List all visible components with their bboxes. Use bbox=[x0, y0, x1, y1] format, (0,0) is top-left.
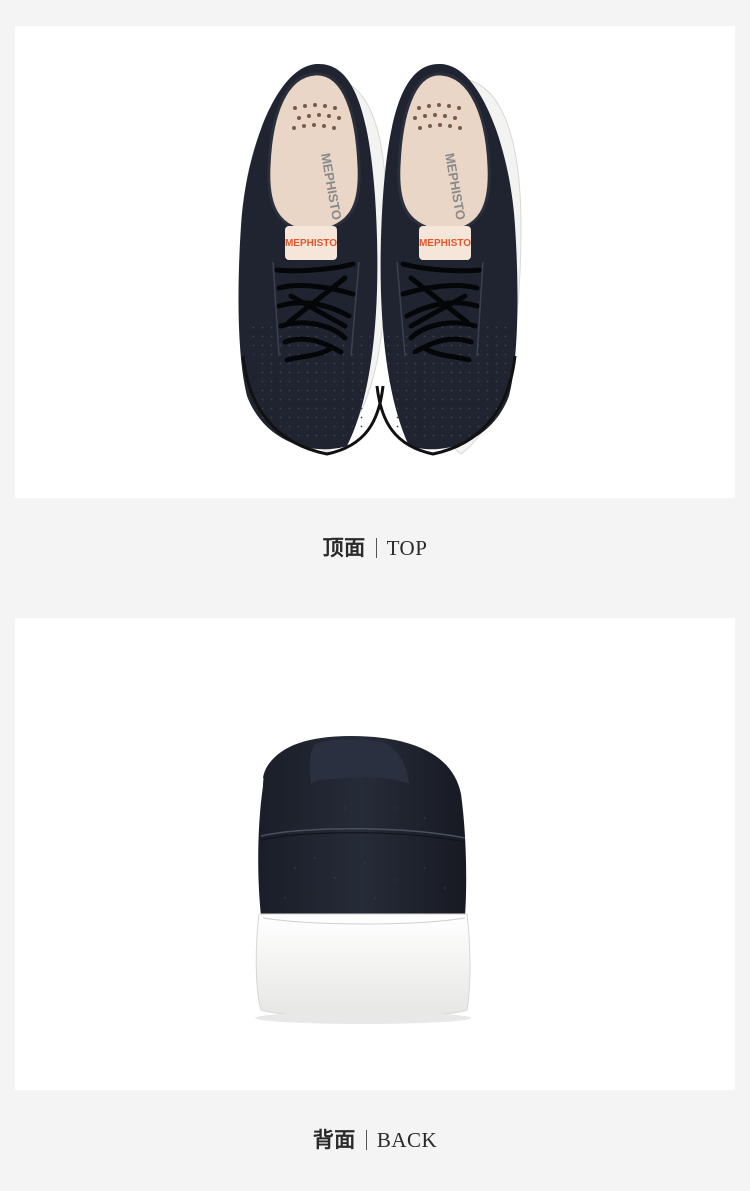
back-caption-en: BACK bbox=[376, 1128, 438, 1152]
top-view-caption: 顶面 TOP bbox=[0, 532, 750, 562]
back-view-caption: 背面 BACK bbox=[0, 1124, 750, 1154]
right-shoe-top: MEPHISTO MEPHISTO bbox=[375, 63, 522, 456]
left-shoe-top: MEPHISTO MEPHISTO bbox=[238, 63, 388, 456]
back-caption-cn: 背面 bbox=[312, 1128, 356, 1152]
top-view-shoes-image: MEPHISTO MEPHISTO MEPHISTO MEPHISTO bbox=[238, 63, 522, 456]
caption-divider bbox=[375, 538, 377, 558]
top-caption-en: TOP bbox=[386, 536, 428, 560]
back-view-shoe-image bbox=[255, 736, 471, 1024]
caption-divider bbox=[365, 1130, 367, 1150]
left-tag-brand: MEPHISTO bbox=[285, 238, 337, 249]
back-shoe bbox=[255, 736, 471, 1024]
right-tag-brand: MEPHISTO bbox=[419, 238, 471, 249]
top-view-panel: MEPHISTO MEPHISTO MEPHISTO MEPHISTO bbox=[15, 26, 735, 498]
top-caption-cn: 顶面 bbox=[322, 536, 366, 560]
back-view-panel bbox=[15, 618, 735, 1090]
